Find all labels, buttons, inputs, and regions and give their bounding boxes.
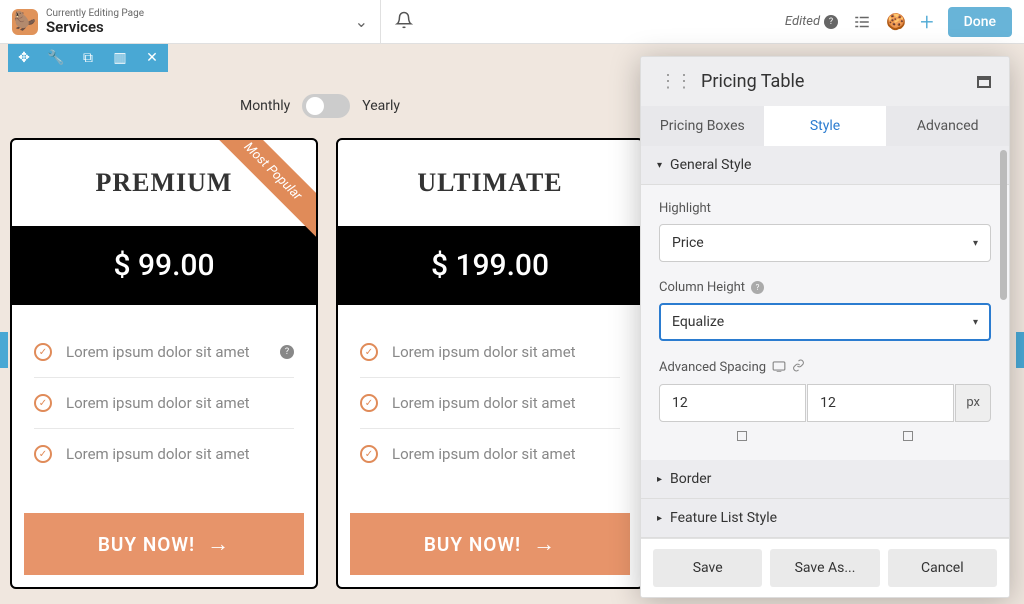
check-icon: ✓ — [34, 445, 52, 463]
side-right-icon — [825, 430, 991, 444]
tab-pricing-boxes[interactable]: Pricing Boxes — [641, 106, 764, 146]
spacing-unit[interactable]: px — [955, 384, 991, 422]
duplicate-icon[interactable]: ⧉ — [72, 44, 104, 72]
tier-name: ULTIMATE — [338, 140, 642, 226]
spacing-input-b[interactable]: 12 — [807, 384, 954, 422]
panel-header[interactable]: ⋮⋮ Pricing Table — [641, 57, 1009, 106]
price: $ 99.00 — [12, 226, 316, 305]
check-icon: ✓ — [34, 394, 52, 412]
label-advanced-spacing: Advanced Spacing — [659, 359, 991, 376]
chevron-right-icon: ▸ — [657, 474, 662, 485]
wrench-icon[interactable]: 🔧 — [40, 44, 72, 72]
tab-style[interactable]: Style — [764, 106, 887, 146]
section-border[interactable]: ▸Border — [641, 460, 1009, 499]
panel-title: Pricing Table — [701, 71, 804, 92]
chevron-right-icon: ▸ — [657, 513, 662, 524]
cookie-icon[interactable]: 🍪 — [886, 12, 906, 32]
module-tools: ✥ 🔧 ⧉ ▥ ✕ — [8, 44, 168, 72]
chevron-down-icon[interactable]: ⌄ — [355, 12, 368, 31]
billing-toggle[interactable] — [302, 94, 350, 118]
select-column-height[interactable]: Equalize▾ — [659, 303, 991, 341]
label-highlight: Highlight — [659, 201, 991, 216]
link-icon[interactable] — [792, 359, 805, 376]
pricing-card-premium[interactable]: Most Popular PREMIUM $ 99.00 ✓Lorem ipsu… — [10, 138, 318, 589]
feature-row: ✓Lorem ipsum dolor sit amet — [360, 378, 620, 429]
buy-button[interactable]: BUY NOW!→ — [24, 513, 304, 575]
drag-handle-icon[interactable]: ⋮⋮ — [659, 71, 691, 92]
scrollbar[interactable] — [1000, 150, 1007, 300]
toggle-label-right: Yearly — [362, 98, 400, 114]
help-icon[interactable]: ? — [751, 281, 764, 294]
toggle-label-left: Monthly — [240, 98, 290, 114]
resize-handle-left[interactable] — [0, 332, 8, 368]
topbar: 🦫 Currently Editing Page Services ⌄ Edit… — [0, 0, 1024, 44]
edited-status: Edited? — [785, 14, 838, 29]
arrow-right-icon: → — [533, 531, 556, 557]
section-general-style[interactable]: ▾General Style — [641, 146, 1009, 185]
side-top-icon — [659, 430, 825, 444]
feature-row: ✓Lorem ipsum dolor sit amet — [360, 429, 620, 479]
feature-row: ✓Lorem ipsum dolor sit amet — [34, 378, 294, 429]
chevron-down-icon: ▾ — [657, 160, 662, 171]
check-icon: ✓ — [34, 343, 52, 361]
check-icon: ✓ — [360, 445, 378, 463]
section-feature-list-style[interactable]: ▸Feature List Style — [641, 499, 1009, 538]
buy-button[interactable]: BUY NOW!→ — [350, 513, 630, 575]
add-button[interactable]: + — [920, 8, 934, 36]
page-title: Services — [46, 19, 144, 36]
pricing-card-ultimate[interactable]: ULTIMATE $ 199.00 ✓Lorem ipsum dolor sit… — [336, 138, 644, 589]
chevron-down-icon: ▾ — [973, 238, 978, 249]
outline-icon[interactable] — [852, 12, 872, 32]
arrow-right-icon: → — [207, 531, 230, 557]
panel-tabs: Pricing Boxes Style Advanced — [641, 106, 1009, 146]
beaver-logo-icon: 🦫 — [12, 9, 38, 35]
save-button[interactable]: Save — [653, 549, 762, 587]
select-highlight[interactable]: Price▾ — [659, 224, 991, 262]
save-as-button[interactable]: Save As... — [770, 549, 879, 587]
chevron-down-icon: ▾ — [973, 317, 978, 328]
spacing-input-a[interactable]: 12 — [659, 384, 806, 422]
page-selector[interactable]: 🦫 Currently Editing Page Services ⌄ — [0, 8, 380, 36]
settings-panel: ⋮⋮ Pricing Table Pricing Boxes Style Adv… — [640, 56, 1010, 598]
feature-row: ✓Lorem ipsum dolor sit amet? — [34, 327, 294, 378]
check-icon: ✓ — [360, 343, 378, 361]
maximize-icon[interactable] — [977, 76, 991, 88]
resize-handle-right[interactable] — [1016, 332, 1024, 368]
check-icon: ✓ — [360, 394, 378, 412]
feature-row: ✓Lorem ipsum dolor sit amet — [360, 327, 620, 378]
done-button[interactable]: Done — [948, 7, 1012, 37]
responsive-icon[interactable] — [772, 360, 786, 376]
move-icon[interactable]: ✥ — [8, 44, 40, 72]
feature-row: ✓Lorem ipsum dolor sit amet — [34, 429, 294, 479]
tab-advanced[interactable]: Advanced — [886, 106, 1009, 146]
price: $ 199.00 — [338, 226, 642, 305]
help-icon[interactable]: ? — [824, 15, 838, 29]
cancel-button[interactable]: Cancel — [888, 549, 997, 587]
columns-icon[interactable]: ▥ — [104, 44, 136, 72]
help-icon[interactable]: ? — [280, 345, 294, 359]
close-icon[interactable]: ✕ — [136, 44, 168, 72]
label-column-height: Column Height? — [659, 280, 991, 295]
notifications-icon[interactable] — [381, 11, 427, 33]
